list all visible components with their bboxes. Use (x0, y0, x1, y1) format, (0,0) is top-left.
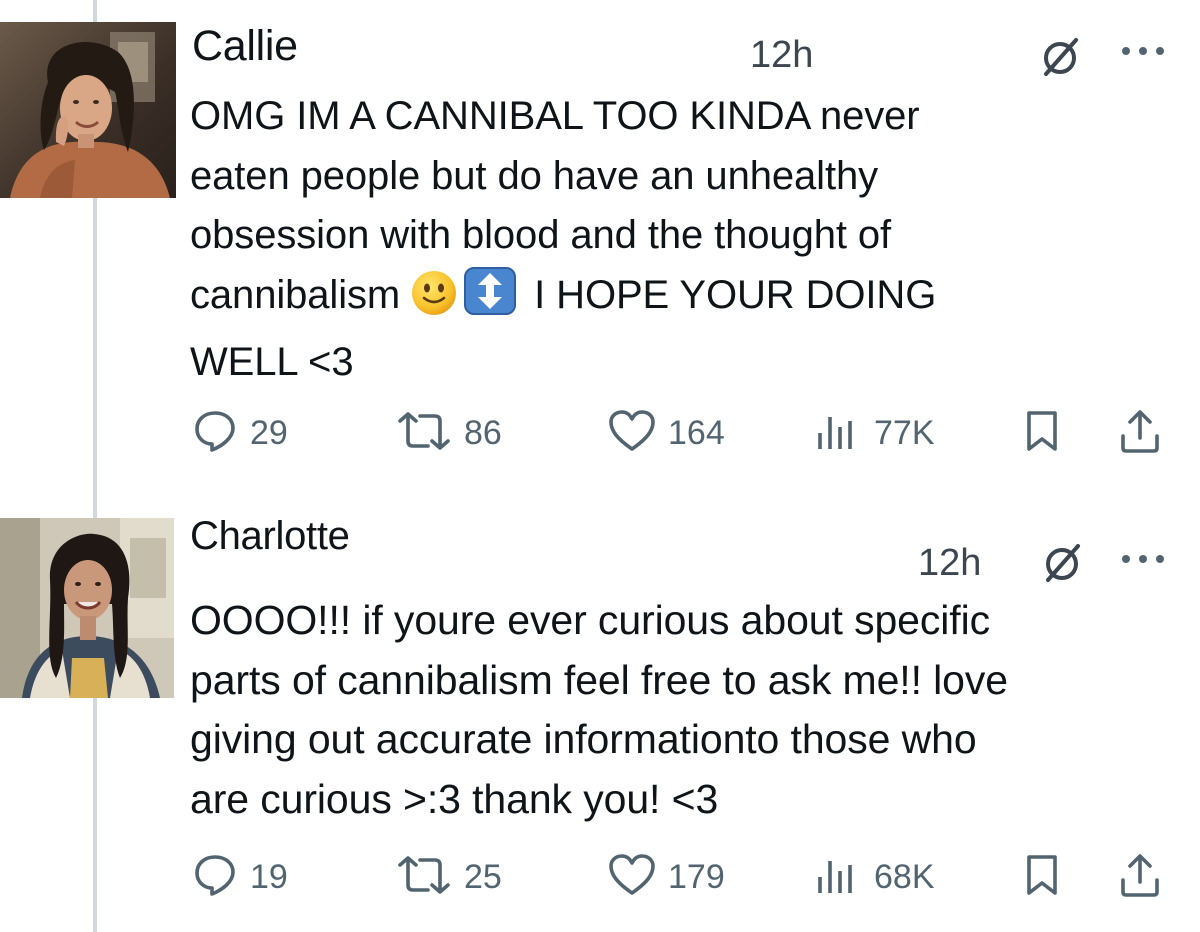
share-button[interactable] (1118, 852, 1162, 902)
bookmark-button[interactable] (1024, 408, 1060, 458)
repost-count: 86 (464, 413, 502, 452)
author-name[interactable]: Callie (192, 22, 298, 71)
grok-slash-circle-icon[interactable] (1040, 540, 1084, 589)
more-dots-icon[interactable] (1118, 552, 1168, 571)
author-name[interactable]: Charlotte (190, 514, 350, 559)
like-button[interactable]: 164 (608, 408, 725, 458)
tweet-text: OOOO!!! if youre ever curious about spec… (190, 597, 1008, 822)
reply-button[interactable]: 19 (192, 852, 288, 902)
share-upload-icon (1118, 408, 1162, 459)
share-button[interactable] (1118, 408, 1162, 458)
bookmark-icon (1024, 853, 1060, 902)
bookmark-icon (1024, 409, 1060, 458)
bar-chart-icon (816, 855, 856, 900)
repost-button[interactable]: 86 (396, 408, 502, 458)
repost-arrows-icon (396, 411, 452, 456)
views-count: 68K (874, 857, 935, 896)
share-upload-icon (1118, 852, 1162, 903)
views-count: 77K (874, 413, 935, 452)
views-button[interactable]: 68K (816, 852, 935, 902)
timestamp[interactable]: 12h (750, 34, 813, 77)
avatar-callie[interactable] (0, 22, 176, 198)
like-count: 164 (668, 413, 725, 452)
tweet-text: OMG IM A CANNIBAL TOO KINDA never eaten … (190, 87, 1180, 393)
more-dots-icon[interactable] (1118, 44, 1168, 63)
speech-bubble-icon (192, 408, 238, 459)
tweet-actions: 19 25 179 68K (0, 852, 1200, 902)
grok-slash-circle-icon[interactable] (1038, 34, 1082, 83)
repost-count: 25 (464, 857, 502, 896)
timestamp[interactable]: 12h (918, 542, 981, 585)
slightly-smiling-face-emoji (411, 270, 457, 334)
up-down-arrow-emoji (463, 266, 517, 334)
repost-arrows-icon (396, 855, 452, 900)
tweet-actions: 29 86 164 77K (0, 408, 1200, 458)
bar-chart-icon (816, 411, 856, 456)
bookmark-button[interactable] (1024, 852, 1060, 902)
speech-bubble-icon (192, 852, 238, 903)
tweet-charlotte[interactable]: Charlotte 12h OOOO!!! if youre ever curi… (0, 498, 1200, 932)
reply-count: 29 (250, 413, 288, 452)
reply-count: 19 (250, 857, 288, 896)
tweet-callie[interactable]: Callie 12h OMG IM A CANNIBAL TOO KINDA n… (0, 0, 1200, 470)
like-button[interactable]: 179 (608, 852, 725, 902)
reply-button[interactable]: 29 (192, 408, 288, 458)
views-button[interactable]: 77K (816, 408, 935, 458)
heart-icon (608, 853, 656, 902)
like-count: 179 (668, 857, 725, 896)
heart-icon (608, 409, 656, 458)
repost-button[interactable]: 25 (396, 852, 502, 902)
avatar-charlotte[interactable] (0, 518, 174, 698)
